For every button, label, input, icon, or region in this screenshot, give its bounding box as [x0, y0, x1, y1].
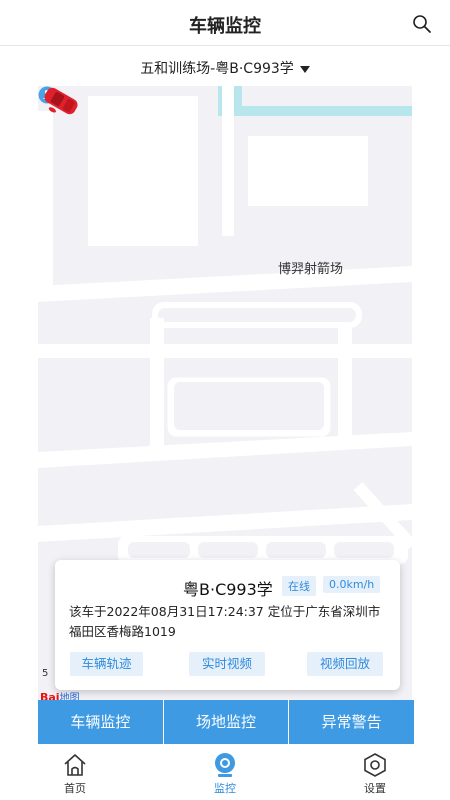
nav-item-settings[interactable]: 设置: [300, 744, 450, 800]
poi-label: 博羿射箭场: [278, 262, 344, 277]
live-video-button[interactable]: 实时视频: [189, 652, 265, 676]
nav-item-label: 首页: [64, 782, 86, 795]
map-block: [158, 308, 356, 322]
video-playback-button[interactable]: 视频回放: [307, 652, 383, 676]
vehicle-marker-car-icon[interactable]: [38, 86, 84, 116]
vehicle-info-card: 粤B·C993学 在线 0.0km/h 该车于2022年08月31日17:24:…: [55, 560, 400, 690]
tab-abnormal-alert[interactable]: 异常警告: [289, 700, 414, 744]
nav-item-monitor[interactable]: 监控: [150, 744, 300, 800]
search-icon[interactable]: [412, 14, 432, 34]
map-road: [38, 344, 412, 358]
vehicle-selector[interactable]: 五和训练场-粤B·C993学: [0, 58, 450, 80]
monitor-icon: [215, 753, 235, 777]
map-block: [198, 542, 258, 558]
map-block: [334, 542, 394, 558]
map-land-area: [242, 86, 412, 106]
map-road: [38, 111, 53, 301]
map-road: [38, 432, 412, 468]
app-root: 车辆监控 五和训练场-粤B·C993学 博羿射箭场 5 Bai地图 粤B·C99…: [0, 0, 450, 800]
map-scale: 5: [42, 668, 49, 679]
status-badge: 在线: [282, 576, 316, 596]
map-road: [338, 324, 352, 444]
tab-site-monitor[interactable]: 场地监控: [164, 700, 290, 744]
map-block: [128, 542, 190, 558]
map-block: [174, 382, 324, 430]
nav-item-label: 设置: [364, 782, 386, 795]
home-icon: [64, 754, 86, 776]
speed-badge: 0.0km/h: [323, 576, 381, 593]
map-building: [88, 96, 198, 246]
header: 车辆监控: [0, 0, 450, 46]
vehicle-selector-value: 五和训练场-粤B·C993学: [140, 61, 294, 77]
nav-item-label: 监控: [214, 782, 236, 795]
map-road: [38, 266, 412, 302]
monitor-tab-bar: 车辆监控 场地监控 异常警告: [38, 700, 414, 744]
caret-down-icon: [299, 65, 310, 73]
page-title: 车辆监控: [189, 16, 261, 37]
settings-icon: [364, 753, 386, 777]
map-road: [150, 318, 164, 448]
plate-number: 粤B·C993学: [183, 580, 273, 599]
map-block: [266, 542, 326, 558]
vehicle-track-button[interactable]: 车辆轨迹: [70, 652, 143, 676]
map-road: [222, 86, 234, 236]
tab-vehicle-monitor[interactable]: 车辆监控: [38, 700, 164, 744]
map-building: [248, 136, 368, 206]
location-description: 该车于2022年08月31日17:24:37 定位于广东省深圳市福田区香梅路10…: [69, 604, 381, 639]
nav-item-home[interactable]: 首页: [0, 744, 150, 800]
bottom-navigation: 首页 监控 设置: [0, 744, 450, 800]
